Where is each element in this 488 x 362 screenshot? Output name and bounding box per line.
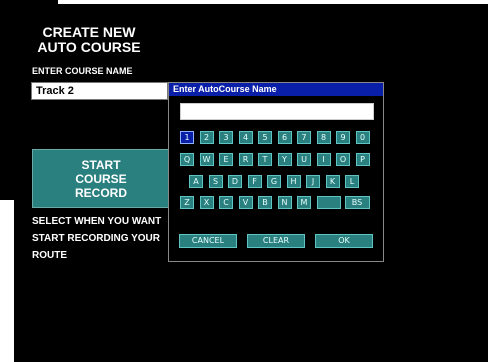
key-backspace[interactable]: BS	[344, 196, 370, 209]
course-name-label: ENTER COURSE NAME	[32, 66, 133, 76]
key-l[interactable]: L	[345, 175, 359, 188]
key-6[interactable]: 6	[277, 131, 292, 144]
key-8[interactable]: 8	[316, 131, 331, 144]
key-p[interactable]: P	[355, 153, 370, 166]
key-b[interactable]: B	[258, 196, 272, 209]
key-u[interactable]: U	[297, 153, 311, 166]
key-5[interactable]: 5	[258, 131, 272, 144]
title-line-1: CREATE NEW	[42, 24, 136, 40]
title-line-2: AUTO COURSE	[37, 39, 141, 55]
key-z[interactable]: Z	[180, 196, 194, 209]
autocourse-name-dialog: Enter AutoCourse Name 1234567890 QWERTYUI…	[168, 82, 384, 262]
ok-button[interactable]: OK	[315, 234, 373, 248]
key-m[interactable]: M	[297, 196, 311, 209]
key-9[interactable]: 9	[336, 131, 350, 144]
start-line-1: START	[81, 157, 121, 172]
key-v[interactable]: V	[238, 196, 253, 209]
dialog-title: Enter AutoCourse Name	[169, 83, 383, 96]
start-line-3: RECORD	[74, 185, 127, 200]
dialog-name-input[interactable]	[180, 103, 374, 120]
key-c[interactable]: C	[219, 196, 233, 209]
help-line-1: SELECT WHEN YOU WANT	[32, 216, 162, 227]
key-e[interactable]: E	[219, 153, 233, 166]
page-title: CREATE NEW AUTO COURSE	[14, 25, 164, 55]
key-g[interactable]: G	[267, 175, 281, 188]
start-course-record-button[interactable]: START COURSE RECORD	[32, 149, 170, 208]
key-7[interactable]: 7	[297, 131, 311, 144]
top-strip	[58, 0, 488, 4]
clear-button[interactable]: CLEAR	[247, 234, 305, 248]
start-line-2: COURSE	[75, 171, 127, 186]
key-s[interactable]: S	[208, 175, 223, 188]
course-name-field[interactable]: Track 2	[31, 82, 168, 100]
help-text: SELECT WHEN YOU WANT START RECORDING YOU…	[32, 213, 172, 264]
top-tab	[16, 0, 58, 6]
help-line-3: ROUTE	[32, 250, 67, 261]
key-x[interactable]: X	[199, 196, 214, 209]
key-0[interactable]: 0	[355, 131, 370, 144]
key-3[interactable]: 3	[219, 131, 233, 144]
key-f[interactable]: F	[247, 175, 262, 188]
key-q[interactable]: Q	[180, 153, 194, 166]
cancel-button[interactable]: CANCEL	[179, 234, 237, 248]
key-n[interactable]: N	[277, 196, 292, 209]
key-t[interactable]: T	[258, 153, 272, 166]
key-y[interactable]: Y	[277, 153, 292, 166]
key-w[interactable]: W	[199, 153, 214, 166]
help-line-2: START RECORDING YOUR	[32, 233, 160, 244]
key-2[interactable]: 2	[199, 131, 214, 144]
key-r[interactable]: R	[238, 153, 253, 166]
key-h[interactable]: H	[286, 175, 301, 188]
key-space[interactable]	[316, 196, 341, 209]
key-1[interactable]: 1	[180, 131, 194, 144]
key-i[interactable]: I	[316, 153, 331, 166]
key-o[interactable]: O	[336, 153, 350, 166]
key-a[interactable]: A	[189, 175, 203, 188]
key-j[interactable]: J	[306, 175, 320, 188]
key-d[interactable]: D	[228, 175, 242, 188]
key-k[interactable]: K	[325, 175, 340, 188]
key-4[interactable]: 4	[238, 131, 253, 144]
